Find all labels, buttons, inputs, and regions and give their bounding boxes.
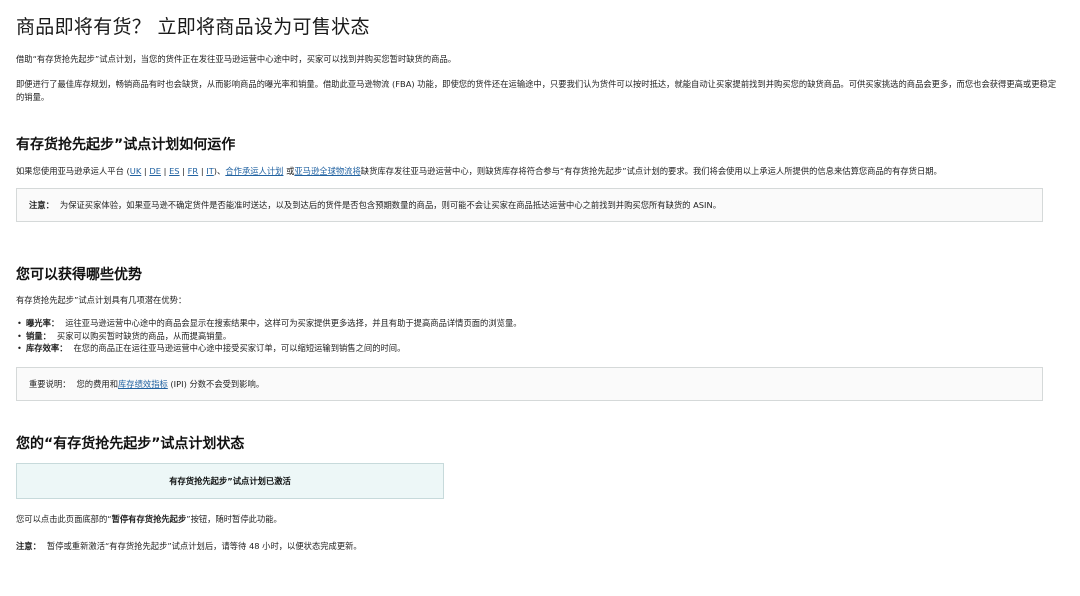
how-text-mid: )、 (213, 166, 226, 176)
list-item: 销量： 买家可以购买暂时缺货的商品，从而提高销量。 (17, 330, 1064, 343)
how-text-after: 缺货库存发往亚马逊运营中心，则缺货库存将符合参与“有存货抢先起步”试点计划的要求… (360, 166, 942, 176)
partner-carrier-link[interactable]: 合作承运人计划 (225, 166, 283, 176)
note-box: 注意： 为保证买家体验，如果亚马逊不确定货件是否能准时送达，以及到达后的货件是否… (16, 188, 1043, 222)
benefit-label: 曝光率： (26, 318, 60, 328)
pause-instruction: 您可以点击此页面底部的“暂停有存货抢先起步”按钮，随时暂停此功能。 (16, 513, 1064, 526)
how-text-mid: 或 (283, 166, 295, 176)
intro-paragraph-1: 借助“有存货抢先起步”试点计划，当您的货件正在发往亚马逊运营中心途中时，买家可以… (16, 54, 457, 64)
list-item: 库存效率： 在您的商品正在运往亚马逊运营中心途中接受买家订单，可以缩短运输到销售之… (17, 342, 1064, 355)
final-note-label: 注意： (16, 540, 41, 551)
benefit-label: 库存效率： (26, 343, 68, 353)
important-text-after: (IPI) 分数不会受到影响。 (167, 378, 265, 389)
link-fr[interactable]: FR (188, 166, 199, 176)
important-note-label: 重要说明： (29, 378, 71, 389)
ipi-link[interactable]: 库存绩效指标 (118, 379, 168, 389)
pause-text-after: ”按钮，随时暂停此功能。 (186, 513, 282, 524)
pause-text-before: 您可以点击此页面底部的“ (16, 513, 112, 524)
how-text-before: 如果您使用亚马逊承运人平台 ( (16, 166, 130, 176)
link-it[interactable]: IT (206, 166, 214, 176)
intro-paragraph-2: 即便进行了最佳库存规划，畅销商品有时也会缺货，从而影响商品的曝光率和销量。借助此… (16, 79, 1057, 102)
benefits-heading: 您可以获得哪些优势 (16, 267, 142, 283)
note-label: 注意： (29, 200, 54, 210)
benefit-text: 买家可以购买暂时缺货的商品，从而提高销量。 (56, 330, 232, 341)
benefits-list: 曝光率： 运往亚马逊运营中心途中的商品会显示在搜索结果中，这样可为买家提供更多选择… (16, 317, 1064, 355)
note-text: 为保证买家体验，如果亚马逊不确定货件是否能准时送达，以及到达后的货件是否包含预期… (59, 200, 722, 210)
important-text-before: 您的费用和 (76, 378, 119, 389)
link-es[interactable]: ES (169, 166, 180, 176)
how-it-works-heading: 有存货抢先起步”试点计划如何运作 (16, 137, 236, 153)
list-item: 曝光率： 运往亚马逊运营中心途中的商品会显示在搜索结果中，这样可为买家提供更多选择… (17, 317, 1064, 330)
global-logistics-link[interactable]: 亚马逊全球物流将 (294, 166, 360, 176)
benefit-text: 在您的商品正在运往亚马逊运营中心途中接受买家订单，可以缩短运输到销售之间的时间。 (73, 343, 406, 353)
status-heading: 您的“有存货抢先起步”试点计划状态 (16, 435, 245, 452)
status-badge: 有存货抢先起步”试点计划已激活 (16, 462, 444, 499)
link-separator: | (160, 166, 170, 176)
final-note: 注意： 暂停或重新激活“有存货抢先起步”试点计划后，请等待 48 小时，以便状态完… (16, 540, 1064, 553)
final-note-text: 暂停或重新激活“有存货抢先起步”试点计划后，请等待 48 小时，以便状态完成更新… (46, 540, 362, 551)
link-de[interactable]: DE (149, 166, 161, 176)
benefit-label: 销量： (26, 330, 51, 341)
how-it-works-text: 如果您使用亚马逊承运人平台 (UK | DE | ES | FR | IT)、合… (16, 165, 1064, 178)
link-separator: | (179, 166, 188, 176)
important-note-box: 重要说明： 您的费用和库存绩效指标 (IPI) 分数不会受到影响。 (16, 366, 1043, 401)
page-title: 商品即将有货？ 立即将商品设为可售状态 (16, 16, 370, 38)
link-uk[interactable]: UK (130, 166, 142, 176)
benefit-text: 运往亚马逊运营中心途中的商品会显示在搜索结果中，这样可为买家提供更多选择，并且有… (65, 318, 522, 328)
benefits-intro: 有存货抢先起步”试点计划具有几项潜在优势： (16, 295, 187, 305)
pause-button-name: 暂停有存货抢先起步 (111, 513, 187, 524)
main-content: 商品即将有货？ 立即将商品设为可售状态 借助“有存货抢先起步”试点计划，当您的货… (0, 0, 1080, 553)
important-note-text: 您的费用和库存绩效指标 (IPI) 分数不会受到影响。 (77, 378, 265, 390)
